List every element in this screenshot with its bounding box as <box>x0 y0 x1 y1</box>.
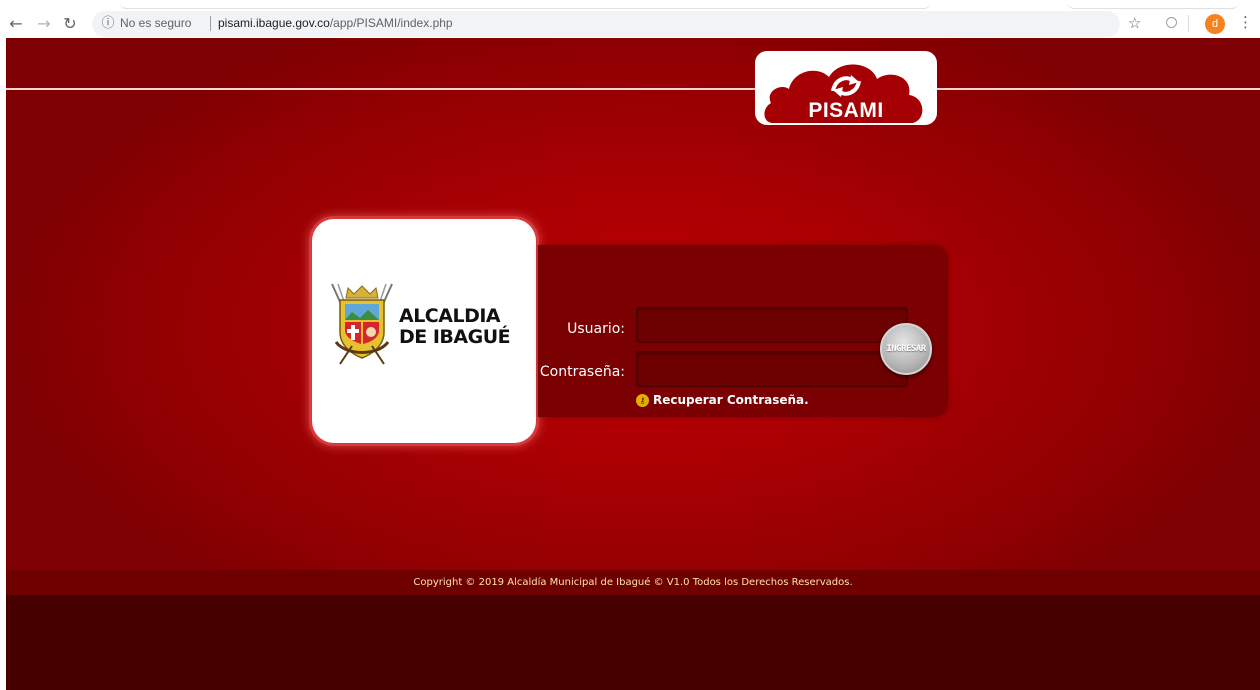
menu-kebab-icon[interactable]: ⋮ <box>1238 13 1253 31</box>
login-submit-button[interactable]: INGRESAR <box>880 323 932 375</box>
footer-bottom-area <box>6 595 1260 690</box>
brand-line-1: ALCALDIA <box>399 305 501 327</box>
footer-copyright: Copyright © 2019 Alcaldía Municipal de I… <box>6 570 1260 595</box>
url-path: /app/PISAMI/index.php <box>329 16 453 30</box>
username-input[interactable] <box>636 307 908 343</box>
tab-strip-right <box>1068 0 1238 9</box>
extension-icon[interactable] <box>1166 17 1177 28</box>
brand-line-2: DE IBAGUÉ <box>399 326 511 348</box>
tab-strip <box>120 0 930 9</box>
login-panel: Usuario: Contraseña: INGRESAR ⚷ Recuperar… <box>538 245 948 417</box>
municipality-logo-card: ALCALDIA DE IBAGUÉ <box>312 219 536 443</box>
toolbar-divider <box>1188 15 1189 32</box>
forward-arrow-icon[interactable]: → <box>34 14 54 34</box>
address-separator <box>210 16 211 31</box>
security-label: No es seguro <box>120 16 192 30</box>
info-icon[interactable]: ⓘ <box>100 15 116 31</box>
password-input[interactable] <box>636 351 908 387</box>
reload-icon[interactable]: ↻ <box>60 14 80 34</box>
coat-of-arms-icon <box>331 283 393 365</box>
bookmark-star-icon[interactable]: ☆ <box>1128 14 1141 32</box>
profile-avatar[interactable]: d <box>1205 14 1225 34</box>
brand-name: ALCALDIA DE IBAGUÉ <box>399 305 511 348</box>
browser-toolbar: ← → ↻ ⓘ No es seguro pisami.ibague.gov.c… <box>0 0 1260 38</box>
pisami-logo-text: PISAMI <box>808 99 884 122</box>
address-bar[interactable]: ⓘ No es seguro pisami.ibague.gov.co/app/… <box>92 11 1120 37</box>
header-divider <box>6 88 1260 90</box>
url-text[interactable]: pisami.ibague.gov.co/app/PISAMI/index.ph… <box>218 16 453 30</box>
key-icon: ⚷ <box>636 394 649 407</box>
recover-password-link[interactable]: ⚷ Recuperar Contraseña. <box>636 393 809 407</box>
url-host: pisami.ibague.gov.co <box>218 16 330 30</box>
username-label: Usuario: <box>567 321 625 337</box>
pisami-logo: PISAMI <box>755 51 937 125</box>
page-background: PISAMI ALCALDIA DE IBAGUÉ Usuario: Contr… <box>6 38 1260 690</box>
back-arrow-icon[interactable]: ← <box>6 14 26 34</box>
password-label: Contraseña: <box>539 364 625 380</box>
recover-password-label: Recuperar Contraseña. <box>653 393 809 407</box>
